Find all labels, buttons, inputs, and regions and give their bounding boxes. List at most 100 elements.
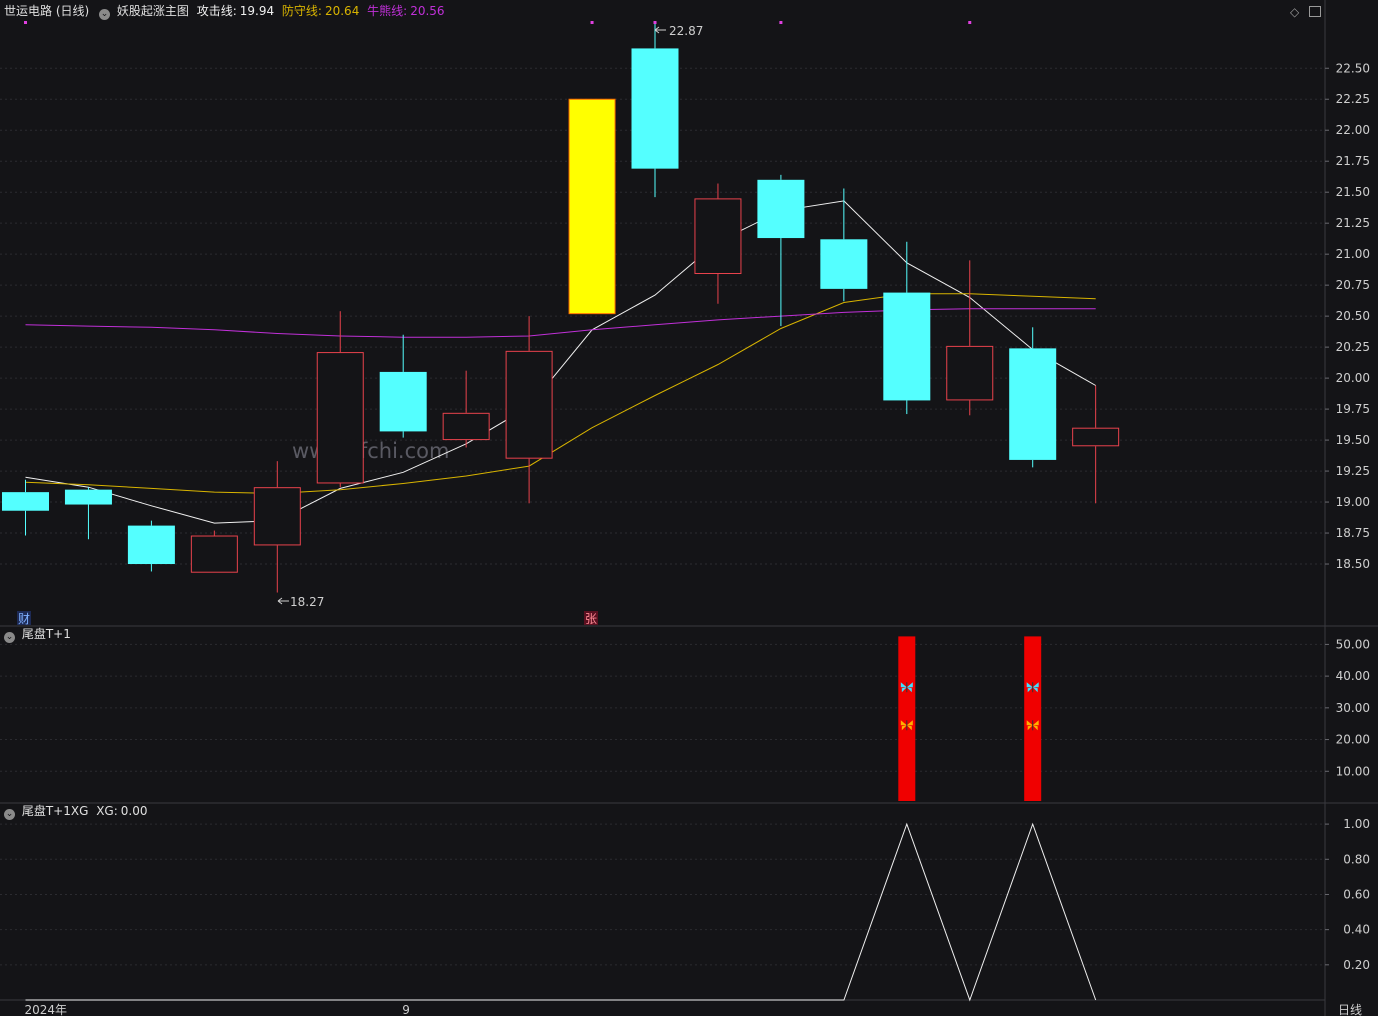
- tail-bar: [898, 636, 916, 801]
- chevron-down-icon[interactable]: ⌄: [4, 809, 15, 820]
- y-tick-label: 40.00: [1336, 669, 1370, 683]
- defense-value: 20.64: [324, 4, 360, 18]
- candle-body: [442, 412, 490, 441]
- panel2-title[interactable]: 尾盘T+1: [22, 627, 71, 641]
- low-marker-label: 18.27: [290, 595, 324, 609]
- zhang-badge[interactable]: 张: [584, 611, 598, 626]
- indicator-toggle-icon[interactable]: ⌄: [99, 9, 111, 20]
- candle: [694, 183, 742, 304]
- window-icon[interactable]: [1309, 6, 1321, 17]
- candle-body: [820, 239, 868, 289]
- y-tick-label: 21.50: [1336, 185, 1370, 199]
- signal-dot: [653, 21, 657, 24]
- candle: [883, 241, 931, 415]
- y-tick-label: 20.25: [1336, 340, 1370, 354]
- x-axis-labels: 2024年 9: [25, 1003, 410, 1016]
- candle-body: [694, 198, 742, 274]
- signal-dot: [779, 21, 783, 24]
- grid-lines: [0, 67, 1325, 966]
- candle: [2, 479, 49, 536]
- candlesticks: [2, 22, 1120, 593]
- candle-body: [253, 487, 301, 546]
- chevron-down-icon[interactable]: ⌄: [4, 632, 15, 643]
- candle-body: [757, 179, 805, 239]
- y-tick-label: 19.25: [1336, 464, 1370, 478]
- y-tick-label: 30.00: [1336, 701, 1370, 715]
- candle-body: [64, 489, 112, 505]
- y-tick-label: 18.75: [1336, 526, 1370, 540]
- y-tick-label: 20.00: [1336, 733, 1370, 747]
- candle-body: [883, 292, 931, 401]
- defense-label: 防守线:: [281, 4, 322, 18]
- top-signal-dots: [24, 21, 972, 24]
- y-tick-label: 22.25: [1336, 92, 1370, 106]
- chart-canvas: www.cfchi.com 18.5018.7519.0019.2519.501…: [0, 0, 1378, 1016]
- y-tick-label: 19.00: [1336, 495, 1370, 509]
- candle: [1072, 385, 1120, 504]
- bull-value: 20.56: [410, 4, 445, 18]
- y-tick-label: 21.00: [1336, 247, 1370, 261]
- y-tick-label: 22.00: [1336, 123, 1370, 137]
- xg-label: XG:: [96, 804, 118, 818]
- watermark: www.cfchi.com: [292, 439, 449, 463]
- zhang-badge-label: 张: [585, 612, 597, 626]
- y-tick-label: 18.50: [1336, 557, 1370, 571]
- butterfly-icon: [900, 720, 913, 731]
- tail-bar: [1024, 636, 1042, 801]
- chart-header: 世运电路 (日线) ⌄ 妖股起涨主图 攻击线: 19.94 防守线: 20.64 牛…: [4, 4, 445, 20]
- candle-body: [631, 48, 679, 169]
- y-tick-label: 19.50: [1336, 433, 1370, 447]
- y-tick-label: 0.40: [1343, 923, 1370, 937]
- y-tick-label: 21.25: [1336, 216, 1370, 230]
- high-marker-label: 22.87: [669, 24, 703, 38]
- y-tick-label: 20.00: [1336, 371, 1370, 385]
- moving-average-lines: [25, 200, 1096, 524]
- cai-badge-label: 财: [18, 612, 30, 626]
- y-axis-labels: 18.50 18.75 19.00 19.25 19.50 19.75 20.00 20.25…: [1325, 61, 1370, 972]
- candle-body: [2, 492, 49, 511]
- high-marker: 22.87: [654, 24, 703, 38]
- candle-body: [505, 350, 553, 459]
- tail-bars: [898, 636, 1042, 801]
- candle: [946, 260, 994, 416]
- candle-body: [1009, 348, 1057, 460]
- candle: [568, 98, 616, 315]
- candle-body: [1072, 427, 1120, 447]
- candle-body: [379, 371, 427, 432]
- indicator-name[interactable]: 妖股起涨主图: [117, 4, 189, 18]
- y-tick-label: 10.00: [1336, 764, 1370, 778]
- candle-body: [127, 525, 175, 565]
- defense-line: [25, 293, 1096, 494]
- candle: [1009, 327, 1057, 468]
- candle: [64, 487, 112, 540]
- candle-body: [568, 98, 616, 315]
- y-tick-label: 19.75: [1336, 402, 1370, 416]
- candle: [253, 461, 301, 593]
- cai-badge[interactable]: 财: [17, 611, 31, 626]
- butterfly-icon: [900, 682, 913, 693]
- candle: [757, 174, 805, 327]
- y-tick-label: 20.75: [1336, 278, 1370, 292]
- stock-title[interactable]: 世运电路 (日线): [4, 4, 89, 18]
- period-label: 日线: [1338, 1003, 1362, 1016]
- diamond-icon[interactable]: ◇: [1290, 5, 1299, 19]
- y-tick-label: 0.80: [1343, 852, 1370, 866]
- candle-body: [946, 345, 994, 401]
- x-tick-label: 2024年: [25, 1003, 68, 1016]
- y-tick-label: 0.60: [1343, 887, 1370, 901]
- low-marker: 18.27: [277, 595, 324, 609]
- panel3-header: ⌄ 尾盘T+1XG XG: 0.00: [4, 804, 147, 820]
- y-tick-label: 1.00: [1343, 817, 1370, 831]
- candle: [505, 316, 553, 504]
- panel3-title[interactable]: 尾盘T+1XG: [22, 804, 89, 818]
- y-tick-label: 0.20: [1343, 958, 1370, 972]
- candle: [316, 311, 364, 488]
- attack-value: 19.94: [239, 4, 275, 18]
- signal-dot: [24, 21, 27, 24]
- candle: [820, 188, 868, 302]
- y-tick-label: 20.50: [1336, 309, 1370, 323]
- xg-value: 0.00: [120, 804, 148, 818]
- candle: [127, 520, 175, 572]
- panel-dividers: [0, 0, 1378, 1016]
- bull-label: 牛熊线:: [367, 4, 408, 18]
